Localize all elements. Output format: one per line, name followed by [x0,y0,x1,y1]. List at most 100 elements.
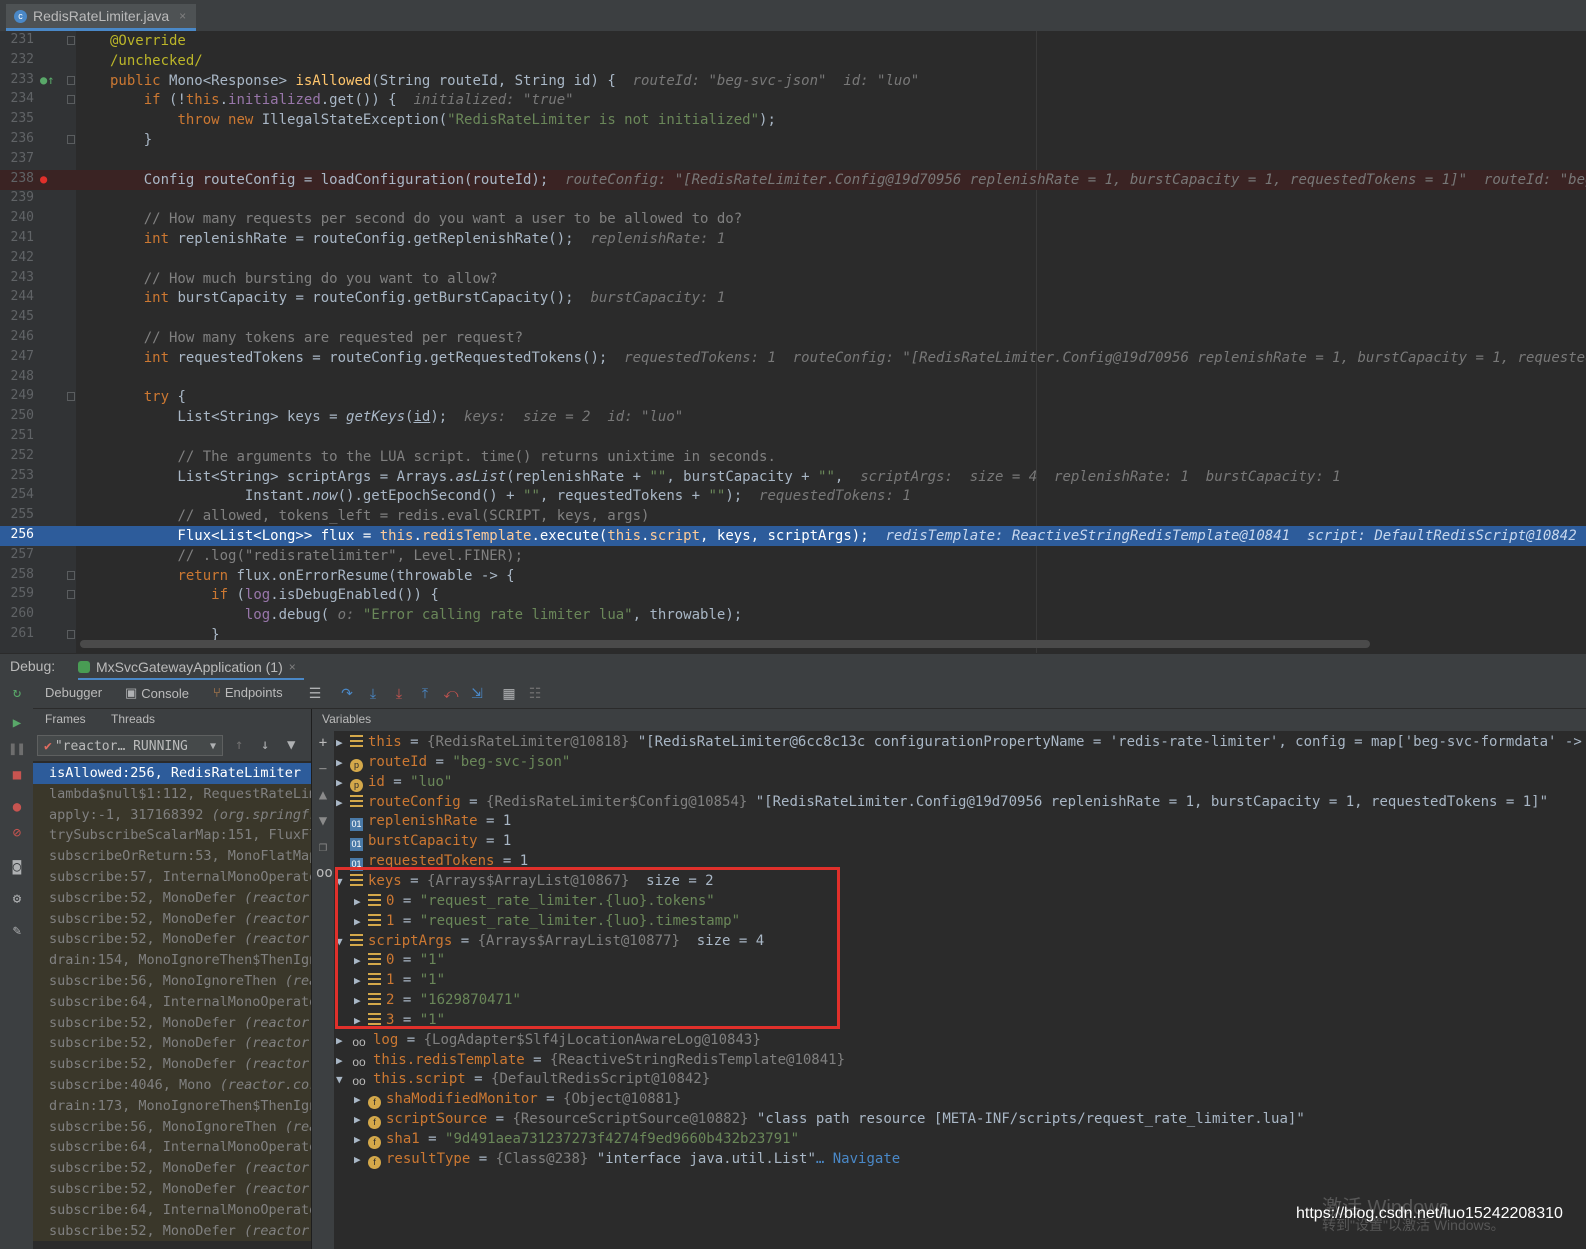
code-line[interactable] [76,189,1586,209]
variable-row[interactable]: ▶ 1 = "1" [354,970,445,990]
fold-marker-icon[interactable] [67,36,75,45]
expand-right-icon[interactable]: ▶ [336,733,350,753]
stack-frame[interactable]: subscribe:4046, Mono (reactor.cor [33,1074,311,1096]
line-number-252[interactable]: 252 [0,447,76,467]
expand-down-icon[interactable]: ▼ [336,1070,350,1090]
navigate-link[interactable]: … Navigate [816,1151,900,1167]
variable-row[interactable]: ▶ routeConfig = {RedisRateLimiter$Config@… [336,792,1548,812]
line-number-235[interactable]: 235 [0,110,76,130]
add-watch-icon[interactable]: + [316,735,330,751]
implements-method-icon[interactable]: ●↑ [40,73,54,87]
variable-row[interactable]: ▼ oo this.script = {DefaultRedisScript@108… [336,1069,710,1089]
tab-console[interactable]: ▣ Console [125,685,189,701]
code-line[interactable] [76,249,1586,269]
expand-right-icon[interactable]: ▶ [354,1011,368,1031]
line-number-238[interactable]: 238 ● [0,169,76,190]
variable-row[interactable]: ▶ 1 = "request_rate_limiter.{luo}.timesta… [354,911,740,931]
variable-row[interactable]: 01 replenishRate = 1 [336,811,511,832]
stack-frame[interactable]: drain:173, MonoIgnoreThen$ThenIgn [33,1095,311,1117]
view-breakpoints-icon[interactable]: ● [8,798,26,816]
fold-marker-icon[interactable] [67,590,75,600]
line-number-231[interactable]: 231 [0,31,76,51]
line-number-239[interactable]: 239 [0,189,76,209]
expand-right-icon[interactable]: ▶ [336,1031,350,1051]
line-number-251[interactable]: 251 [0,427,76,447]
line-number-242[interactable]: 242 [0,249,76,269]
variable-row[interactable]: 01 burstCapacity = 1 [336,831,511,852]
line-number-255[interactable]: 255 [0,506,76,526]
force-step-into-icon[interactable]: ⤓ [391,685,407,701]
code-line[interactable] [76,368,1586,388]
code-line[interactable]: // allowed, tokens_left = redis.eval(SCR… [76,506,1586,526]
code-line[interactable] [76,427,1586,447]
stack-frame[interactable]: subscribe:52, MonoDefer (reactor. [33,887,311,909]
settings-gear-icon[interactable]: ⚙ [8,890,26,908]
stack-frame[interactable]: subscribe:64, InternalMonoOperato [33,991,311,1013]
stack-frame[interactable]: subscribe:64, InternalMonoOperato [33,1137,311,1159]
code-editor[interactable]: 231 232 233 ●↑ 234 235 236 237 238 ● 239 240 241 242 2… [0,31,1586,653]
stack-frame[interactable]: trySubscribeScalarMap:151, FluxFl [33,825,311,847]
move-down-icon[interactable]: ▼ [316,813,330,829]
stack-frame[interactable]: isAllowed:256, RedisRateLimiter ( [33,763,311,784]
code-line[interactable] [76,308,1586,328]
line-number-261[interactable]: 261 [0,625,76,645]
stack-frame[interactable]: subscribe:64, InternalMonoOperato [33,1199,311,1221]
expand-right-icon[interactable]: ▶ [336,793,350,813]
line-number-258[interactable]: 258 [0,566,76,586]
close-icon[interactable]: × [179,9,186,23]
variable-row[interactable]: ▼ scriptArgs = {Arrays$ArrayList@10877} s… [336,931,764,951]
debug-session-tab[interactable]: MxSvcGatewayApplication (1) × [78,656,304,680]
remove-watch-icon[interactable]: − [316,761,330,777]
line-number-244[interactable]: 244 [0,288,76,308]
line-number-254[interactable]: 254 [0,486,76,506]
line-number-234[interactable]: 234 [0,90,76,110]
stop-icon[interactable]: ■ [8,766,26,784]
thread-dropdown[interactable]: ✔ "reactor… RUNNING ▼ [37,735,223,756]
expand-right-icon[interactable]: ▶ [354,1150,368,1170]
expand-right-icon[interactable]: ▶ [336,1051,350,1071]
code-line[interactable]: } [76,130,1586,150]
code-line[interactable]: // How many requests per second do you w… [76,209,1586,229]
watches-glasses-icon[interactable]: oo [316,865,333,881]
step-into-icon[interactable]: ⤓ [365,685,381,701]
line-number-260[interactable]: 260 [0,605,76,625]
line-number-253[interactable]: 253 [0,467,76,487]
stack-frame[interactable]: subscribe:52, MonoDefer (reactor. [33,908,311,930]
stack-frame[interactable]: drain:154, MonoIgnoreThen$ThenIgn [33,950,311,971]
stack-frame[interactable]: subscribe:52, MonoDefer (reactor. [33,1012,311,1034]
expand-down-icon[interactable]: ▼ [336,932,350,952]
code-line[interactable]: List<String> keys = getKeys(id); keys: s… [76,407,1586,427]
code-line[interactable]: int requestedTokens = routeConfig.getReq… [76,348,1586,368]
mute-breakpoints-icon[interactable]: ⊘ [8,824,26,842]
variable-row[interactable]: ▶ oo log = {LogAdapter$Slf4jLocationAwareL… [336,1030,761,1050]
variable-row[interactable]: ▶ 3 = "1" [354,1010,445,1030]
close-icon[interactable]: × [289,660,296,674]
stack-frame[interactable]: lambda$null$1:112, RequestRateLim [33,783,311,805]
code-line[interactable]: // How much bursting do you want to allo… [76,269,1586,289]
tab-threads[interactable]: Threads [111,712,155,726]
code-line[interactable]: @Override [76,31,1586,51]
line-number-257[interactable]: 257 [0,546,76,566]
fold-marker-icon[interactable] [67,570,75,580]
variable-row[interactable]: ▼ keys = {Arrays$ArrayList@10867} size = … [336,871,714,891]
expand-right-icon[interactable]: ▶ [354,1110,368,1130]
step-over-icon[interactable]: ↷ [339,685,355,701]
code-line[interactable]: throw new IllegalStateException("RedisRa… [76,110,1586,130]
breakpoint-icon[interactable]: ● [40,172,47,186]
line-number-245[interactable]: 245 [0,308,76,328]
horizontal-scrollbar[interactable] [80,640,1370,648]
expand-right-icon[interactable]: ▶ [336,773,350,793]
arrow-up-icon[interactable]: ↑ [235,737,243,753]
trace-icon[interactable]: ☷ [527,685,543,701]
pause-icon[interactable]: ❚❚ [8,740,26,758]
stack-frame[interactable]: subscribe:52, MonoDefer (reactor. [33,1158,311,1179]
stack-frame[interactable]: subscribe:57, InternalMonoOperato [33,866,311,888]
code-line[interactable]: // How many tokens are requested per req… [76,328,1586,348]
code-line[interactable]: int replenishRate = routeConfig.getReple… [76,229,1586,249]
resume-icon[interactable]: ▶ [8,714,26,732]
fold-marker-icon[interactable] [67,95,75,105]
code-line[interactable]: // .log("redisratelimiter", Level.FINER)… [76,546,1586,566]
expand-right-icon[interactable]: ▶ [354,991,368,1011]
fold-marker-icon[interactable] [67,392,75,402]
variable-row[interactable]: ▶ p id = "luo" [336,772,452,792]
